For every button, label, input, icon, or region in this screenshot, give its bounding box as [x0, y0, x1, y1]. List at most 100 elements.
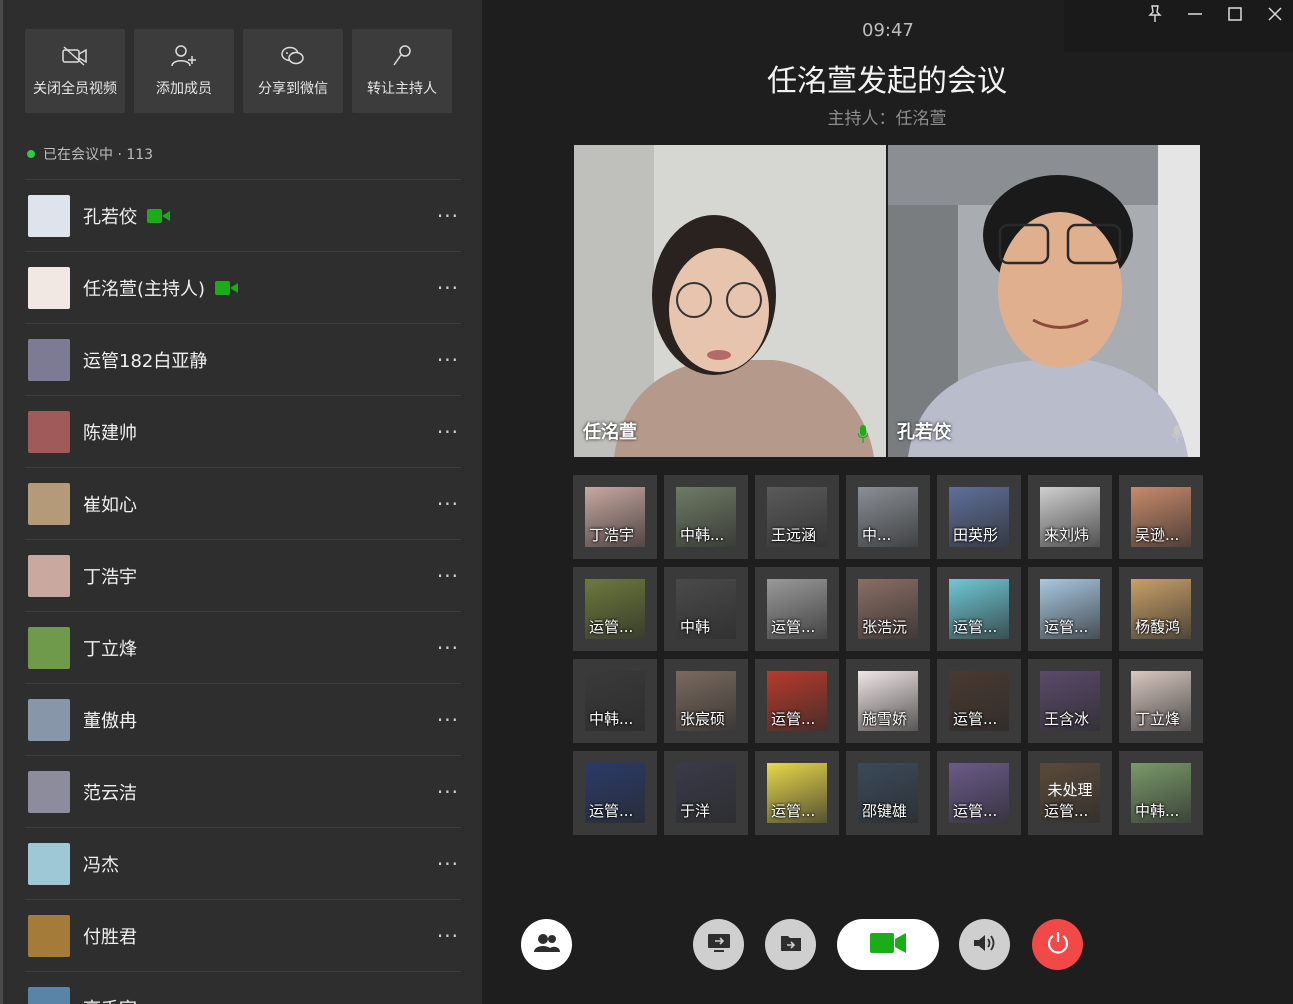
participant-name: 邵键雄 — [862, 802, 908, 820]
more-options-icon[interactable]: ··· — [437, 996, 459, 1004]
participant-tile[interactable]: 邵键雄 — [846, 751, 930, 835]
participant-name: 运管... — [953, 710, 998, 728]
more-options-icon[interactable]: ··· — [437, 204, 459, 228]
participant-tile[interactable]: 来刘炜 — [1028, 475, 1112, 559]
camera-toggle-button[interactable] — [837, 919, 939, 970]
more-options-icon[interactable]: ··· — [437, 780, 459, 804]
participant-name: 运管... — [589, 618, 634, 636]
member-row[interactable]: 范云洁 ··· — [25, 755, 461, 827]
participant-tile[interactable]: 王含冰 — [1028, 659, 1112, 743]
participant-tile[interactable]: 中韩... — [1119, 751, 1203, 835]
member-row[interactable]: 丁浩宇 ··· — [25, 539, 461, 611]
participant-tile[interactable]: 吴逊... — [1119, 475, 1203, 559]
share-file-icon — [780, 934, 802, 956]
participant-tile[interactable]: 运管... — [755, 659, 839, 743]
member-row[interactable]: 冯杰 ··· — [25, 827, 461, 899]
share-to-wechat-button[interactable]: 分享到微信 — [243, 29, 343, 113]
speaker-icon — [973, 933, 997, 957]
online-dot-icon — [27, 150, 35, 158]
participant-tile[interactable]: 运管... — [937, 567, 1021, 651]
more-options-icon[interactable]: ··· — [437, 636, 459, 660]
share-screen-button[interactable] — [693, 919, 744, 970]
more-options-icon[interactable]: ··· — [437, 708, 459, 732]
participant-tile[interactable]: 丁浩宇 — [573, 475, 657, 559]
member-row[interactable]: 任洺萱(主持人) ··· — [25, 251, 461, 323]
participant-tile[interactable]: 中韩... — [573, 659, 657, 743]
member-name: 范云洁 — [83, 782, 137, 804]
participant-tile[interactable]: 张浩沅 — [846, 567, 930, 651]
member-name: 陈建帅 — [83, 422, 137, 444]
end-meeting-button[interactable] — [1032, 919, 1083, 970]
participant-name: 于洋 — [680, 802, 711, 820]
video-name: 任洺萱 — [583, 422, 637, 443]
participant-tile[interactable]: 中... — [846, 475, 930, 559]
video-feed[interactable]: 孔若佼 — [888, 145, 1200, 457]
participant-status: 未处理 — [1047, 781, 1093, 799]
meeting-title: 任洺萱发起的会议 — [767, 64, 1007, 99]
member-row[interactable]: 运管182白亚静 ··· — [25, 323, 461, 395]
participant-tile[interactable]: 运管... — [755, 567, 839, 651]
participant-tile[interactable]: 张宸硕 — [664, 659, 748, 743]
participant-tile[interactable]: 中韩... — [664, 475, 748, 559]
speaker-button[interactable] — [959, 919, 1010, 970]
participant-tile[interactable]: 未处理运管... — [1028, 751, 1112, 835]
participant-tile[interactable]: 运管... — [937, 751, 1021, 835]
members-button[interactable] — [521, 919, 572, 970]
action-label: 关闭全员视频 — [33, 81, 117, 97]
participant-tile[interactable]: 田英彤 — [937, 475, 1021, 559]
share-file-button[interactable] — [765, 919, 816, 970]
participant-tile[interactable]: 王远涵 — [755, 475, 839, 559]
member-row[interactable]: 孔若佼 ··· — [25, 179, 461, 251]
participant-tile[interactable]: 施雪娇 — [846, 659, 930, 743]
member-row[interactable]: 陈建帅 ··· — [25, 395, 461, 467]
mic-active-icon — [857, 425, 869, 443]
member-row[interactable]: 丁立烽 ··· — [25, 611, 461, 683]
more-options-icon[interactable]: ··· — [437, 924, 459, 948]
mute-all-video-button[interactable]: 关闭全员视频 — [25, 29, 125, 113]
participant-tile[interactable]: 于洋 — [664, 751, 748, 835]
avatar — [28, 194, 70, 237]
maximize-icon[interactable] — [1227, 6, 1243, 22]
meeting-host: 主持人：任洺萱 — [827, 109, 947, 129]
member-row[interactable]: 董傲冉 ··· — [25, 683, 461, 755]
video-feed[interactable]: 任洺萱 — [574, 145, 886, 457]
add-member-button[interactable]: 添加成员 — [134, 29, 234, 113]
more-options-icon[interactable]: ··· — [437, 276, 459, 300]
participant-name: 王远涵 — [771, 526, 817, 544]
avatar — [28, 554, 70, 597]
participant-name: 运管... — [1044, 802, 1089, 820]
minimize-icon[interactable] — [1187, 6, 1203, 22]
participant-name: 中韩 — [680, 618, 711, 636]
participant-tile[interactable]: 中韩 — [664, 567, 748, 651]
participant-name: 王含冰 — [1044, 710, 1090, 728]
participant-name: 运管... — [771, 710, 816, 728]
camera-on-icon — [147, 208, 171, 223]
more-options-icon[interactable]: ··· — [437, 492, 459, 516]
member-row[interactable]: 高千宇 ··· — [25, 971, 461, 1004]
member-row[interactable]: 付胜君 ··· — [25, 899, 461, 971]
participant-name: 运管... — [953, 618, 998, 636]
participant-tile[interactable]: 运管... — [573, 567, 657, 651]
participant-tile[interactable]: 杨馥鸿 — [1119, 567, 1203, 651]
action-label: 分享到微信 — [258, 81, 328, 97]
transfer-host-button[interactable]: 转让主持人 — [352, 29, 452, 113]
meeting-window: 关闭全员视频 添加成员 分享到微信 转让主持人 已在会议中 · 113 孔若佼 … — [0, 0, 1293, 1004]
person-video-image — [888, 145, 1200, 457]
participant-tile[interactable]: 运管... — [1028, 567, 1112, 651]
member-count: 已在会议中 · 113 — [43, 147, 154, 163]
member-list: 孔若佼 ··· 任洺萱(主持人) ··· 运管182白亚静 ··· 陈建帅 ··· 崔如心 ···… — [25, 179, 461, 1004]
close-icon[interactable] — [1267, 6, 1283, 22]
more-options-icon[interactable]: ··· — [437, 348, 459, 372]
participant-tile[interactable]: 运管... — [573, 751, 657, 835]
participant-tile[interactable]: 运管... — [937, 659, 1021, 743]
pin-icon[interactable] — [1147, 5, 1163, 22]
more-options-icon[interactable]: ··· — [437, 420, 459, 444]
more-options-icon[interactable]: ··· — [437, 564, 459, 588]
participant-tile[interactable]: 丁立烽 — [1119, 659, 1203, 743]
participant-tile[interactable]: 运管... — [755, 751, 839, 835]
participant-grid: 丁浩宇 中韩... 王远涵 中... 田英彤 来刘炜 吴逊... 运管... 中韩 运管... 张浩… — [573, 475, 1203, 835]
member-row[interactable]: 崔如心 ··· — [25, 467, 461, 539]
member-name: 董傲冉 — [83, 710, 137, 732]
more-options-icon[interactable]: ··· — [437, 852, 459, 876]
member-name: 付胜君 — [83, 926, 137, 948]
